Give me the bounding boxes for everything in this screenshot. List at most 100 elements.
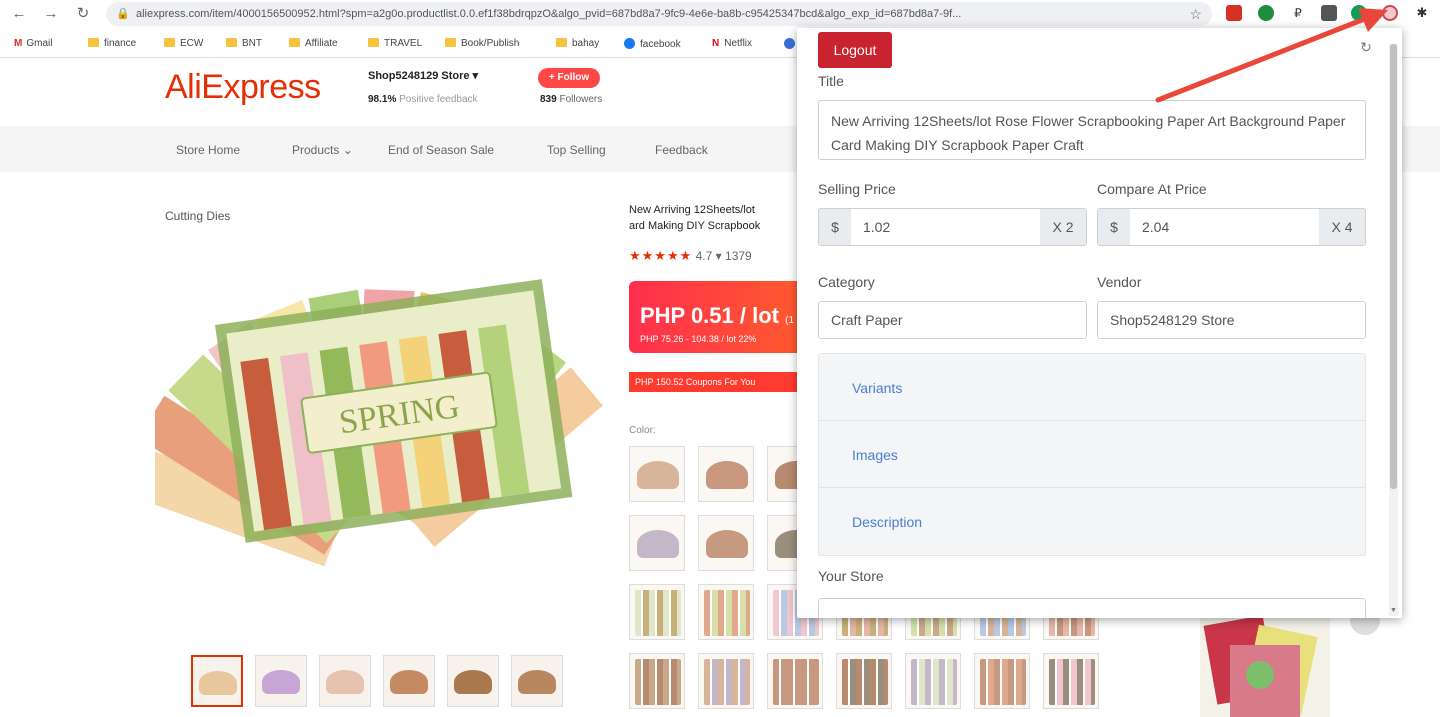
extension-grammarly-icon[interactable] [1351, 5, 1367, 21]
bookmark-facebook[interactable]: facebook [624, 38, 681, 50]
title-field[interactable]: New Arriving 12Sheets/lot Rose Flower Sc… [818, 100, 1366, 160]
folder-icon [289, 38, 300, 47]
bookmark-star-icon[interactable]: ☆ [1189, 2, 1202, 26]
color-swatch[interactable] [629, 446, 685, 502]
bookmark-book-publish[interactable]: Book/Publish [445, 38, 519, 49]
folder-icon [164, 38, 175, 47]
details-accordion: Variants Images Description [818, 353, 1366, 556]
product-thumbnail[interactable] [191, 655, 243, 707]
logout-button[interactable]: Logout [818, 32, 892, 68]
bookmark-ecw[interactable]: ECW [164, 38, 203, 49]
product-thumbnail[interactable] [447, 655, 499, 707]
product-main-image[interactable]: SPRING [155, 255, 605, 585]
refresh-icon[interactable]: ↻ [1355, 36, 1377, 58]
extension-p-icon[interactable]: ₽ [1290, 5, 1306, 21]
nav-end-of-season-sale[interactable]: End of Season Sale [388, 143, 494, 157]
lock-icon: 🔒 [116, 8, 130, 20]
nav-products[interactable]: Products ⌄ [292, 143, 353, 157]
color-swatch[interactable] [905, 653, 961, 709]
store-followers: 839 Followers [540, 94, 603, 105]
store-name[interactable]: Shop5248129 Store ▾ [368, 69, 478, 82]
netflix-icon: N [712, 38, 720, 49]
url-text: aliexpress.com/item/4000156500952.html?s… [136, 8, 962, 20]
selling-price-group: $ X 2 [818, 208, 1087, 246]
reload-icon[interactable]: ↻ [72, 3, 94, 25]
product-thumbnail[interactable] [255, 655, 307, 707]
color-label: Color: [629, 425, 656, 436]
accordion-images[interactable]: Images [819, 421, 1365, 488]
forward-icon[interactable]: → [40, 3, 62, 25]
address-bar[interactable]: 🔒 aliexpress.com/item/4000156500952.html… [106, 2, 1212, 26]
store-category[interactable]: Cutting Dies [165, 209, 230, 223]
back-icon[interactable]: ← [8, 3, 30, 25]
compare-price-group: $ X 4 [1097, 208, 1366, 246]
scrollbar-thumb[interactable] [1390, 44, 1397, 489]
bookmark-more-icon[interactable] [784, 38, 795, 52]
title-label: Title [818, 73, 844, 89]
folder-icon [226, 38, 237, 47]
extension-red-icon[interactable] [1226, 5, 1242, 21]
bookmark-finance[interactable]: finance [88, 38, 136, 49]
folder-icon [445, 38, 456, 47]
extension-active-icon[interactable] [1382, 5, 1398, 21]
popup-scrollbar[interactable]: ▼ [1389, 44, 1398, 616]
nav-store-home[interactable]: Store Home [176, 143, 240, 157]
rating-stars-icon: ★★★★★ [629, 248, 693, 263]
bookmark-affiliate[interactable]: Affiliate [289, 38, 338, 49]
product-thumbnail[interactable] [319, 655, 371, 707]
color-swatch[interactable] [629, 515, 685, 571]
price-range: PHP 75.26 - 104.38 / lot 22% [640, 334, 757, 344]
vendor-label: Vendor [1097, 274, 1142, 290]
follow-button[interactable]: + Follow [538, 68, 600, 88]
category-input[interactable] [818, 301, 1087, 339]
color-swatch[interactable] [629, 584, 685, 640]
color-swatch[interactable] [974, 653, 1030, 709]
selling-currency: $ [819, 209, 851, 245]
extensions-puzzle-icon[interactable]: ✱ [1414, 5, 1430, 21]
nav-top-selling[interactable]: Top Selling [547, 143, 606, 157]
color-swatch[interactable] [698, 515, 754, 571]
chevron-down-icon: ⌄ [339, 143, 353, 157]
product-price: PHP 0.51 / lot [640, 303, 779, 328]
bookmark-travel[interactable]: TRAVEL [368, 38, 422, 49]
color-swatch[interactable] [629, 653, 685, 709]
category-label: Category [818, 274, 875, 290]
color-swatch[interactable] [1043, 653, 1099, 709]
color-swatch[interactable] [698, 446, 754, 502]
bookmark-netflix[interactable]: N Netflix [712, 38, 752, 49]
selling-price-input[interactable] [851, 209, 1041, 245]
store-feedback: 98.1% Positive feedback [368, 94, 478, 105]
folder-icon [368, 38, 379, 47]
product-rating[interactable]: ★★★★★ 4.7 ▾ 1379 [629, 248, 752, 264]
color-swatch[interactable] [698, 584, 754, 640]
vendor-input[interactable] [1097, 301, 1366, 339]
aliexpress-logo[interactable]: AliExpress [165, 68, 321, 107]
bookmark-gmail[interactable]: M Gmail [14, 38, 52, 49]
accordion-variants[interactable]: Variants [819, 354, 1365, 421]
related-product-image[interactable] [1200, 610, 1330, 717]
extension-popup: Logout Title New Arriving 12Sheets/lot R… [797, 28, 1402, 618]
compare-price-label: Compare At Price [1097, 181, 1207, 197]
coupon-banner[interactable]: PHP 150.52 Coupons For You [629, 372, 799, 392]
nav-feedback[interactable]: Feedback [655, 143, 708, 157]
facebook-icon [624, 38, 635, 49]
extension-box-icon[interactable] [1321, 5, 1337, 21]
product-thumbnail[interactable] [383, 655, 435, 707]
compare-multiplier: X 4 [1319, 209, 1365, 245]
bookmark-bahay[interactable]: bahay [556, 38, 599, 49]
store-select[interactable] [818, 598, 1366, 618]
color-swatch[interactable] [767, 653, 823, 709]
extension-evernote-icon[interactable] [1258, 5, 1274, 21]
product-thumbnail[interactable] [511, 655, 563, 707]
compare-price-input[interactable] [1130, 209, 1320, 245]
store-label: Your Store [818, 568, 884, 584]
color-swatch[interactable] [836, 653, 892, 709]
scroll-down-icon[interactable]: ▼ [1389, 607, 1398, 614]
gmail-icon: M [14, 38, 23, 49]
color-swatch[interactable] [698, 653, 754, 709]
folder-icon [88, 38, 99, 47]
bookmark-bnt[interactable]: BNT [226, 38, 262, 49]
browser-toolbar: ← → ↻ 🔒 aliexpress.com/item/400015650095… [0, 0, 1440, 30]
product-title: New Arriving 12Sheets/lot ard Making DIY… [629, 204, 761, 232]
accordion-description[interactable]: Description [819, 488, 1365, 555]
